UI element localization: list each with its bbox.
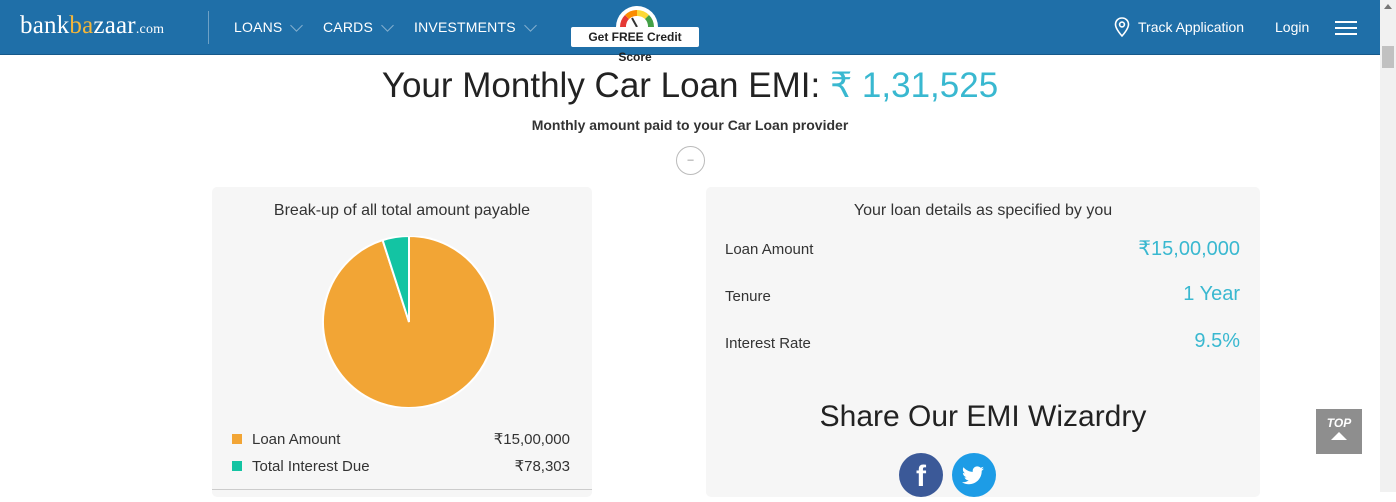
location-pin-icon (1114, 17, 1130, 37)
emi-subtitle: Monthly amount paid to your Car Loan pro… (531, 117, 849, 133)
legend-item-loan-amount: Loan Amount ₹15,00,000 (232, 430, 570, 448)
page-scrollbar[interactable] (1380, 0, 1396, 492)
twitter-share-button[interactable] (952, 453, 996, 497)
detail-label-tenure: Tenure (725, 288, 771, 305)
share-title: Share Our EMI Wizardry (819, 400, 1147, 433)
collapse-toggle-button[interactable]: – (676, 146, 705, 175)
emi-amount: ₹ 1,31,525 (829, 66, 999, 105)
chevron-down-icon (381, 19, 394, 32)
detail-label-loan-amount: Loan Amount (725, 241, 814, 258)
legend-value: ₹15,00,000 (493, 431, 570, 448)
loan-details-title: Your loan details as specified by you (853, 202, 1113, 219)
nav-investments[interactable]: INVESTMENTS (414, 19, 537, 35)
nav-cards[interactable]: CARDS (323, 19, 394, 35)
detail-value-loan-amount: ₹15,00,000 (1138, 238, 1240, 260)
nav-loans-label: LOANS (234, 19, 283, 35)
emi-headline-text: Your Monthly Car Loan EMI: (381, 66, 821, 105)
top-label: TOP (1326, 416, 1352, 430)
detail-value-interest-rate: 9.5% (1194, 330, 1240, 352)
nav-loans[interactable]: LOANS (234, 19, 304, 35)
legend-label: Total Interest Due (252, 457, 370, 475)
breakup-title: Break-up of all total amount payable (273, 202, 531, 219)
breakup-pie-chart (322, 236, 496, 408)
scrollbar-thumb[interactable] (1382, 46, 1394, 68)
nav-investments-label: INVESTMENTS (414, 19, 516, 35)
emi-headline: Your Monthly Car Loan EMI: ₹ 1,31,525 (0, 66, 1380, 106)
chevron-down-icon (290, 19, 304, 32)
legend-swatch-total-interest (232, 461, 242, 471)
detail-value-tenure: 1 Year (1183, 283, 1240, 305)
facebook-share-button[interactable]: f (899, 453, 943, 497)
twitter-icon (962, 466, 984, 485)
legend-divider (212, 489, 592, 490)
nav-divider (208, 11, 209, 44)
legend-swatch-loan-amount (232, 434, 242, 444)
arrow-up-icon (1331, 432, 1347, 440)
facebook-icon: f (916, 460, 926, 493)
detail-label-interest-rate: Interest Rate (725, 335, 811, 352)
free-credit-score-button[interactable]: Get FREE Credit Score (571, 27, 699, 64)
bankbazaar-logo[interactable]: bankbazaar.com (20, 12, 164, 40)
chevron-down-icon (523, 19, 537, 32)
top-navbar: bankbazaar.com LOANS CARDS INVESTMENTS G… (0, 0, 1380, 64)
legend-item-total-interest: Total Interest Due ₹78,303 (232, 457, 570, 475)
track-application-link[interactable]: Track Application (1114, 17, 1244, 37)
login-link[interactable]: Login (1275, 19, 1309, 35)
legend-value: ₹78,303 (514, 458, 570, 475)
hamburger-menu-icon[interactable] (1335, 21, 1357, 35)
back-to-top-button[interactable]: TOP (1316, 409, 1362, 454)
nav-cards-label: CARDS (323, 19, 374, 35)
scroll-up-arrow-icon[interactable] (1384, 4, 1392, 9)
track-application-label: Track Application (1138, 19, 1245, 35)
legend-label: Loan Amount (252, 430, 341, 448)
